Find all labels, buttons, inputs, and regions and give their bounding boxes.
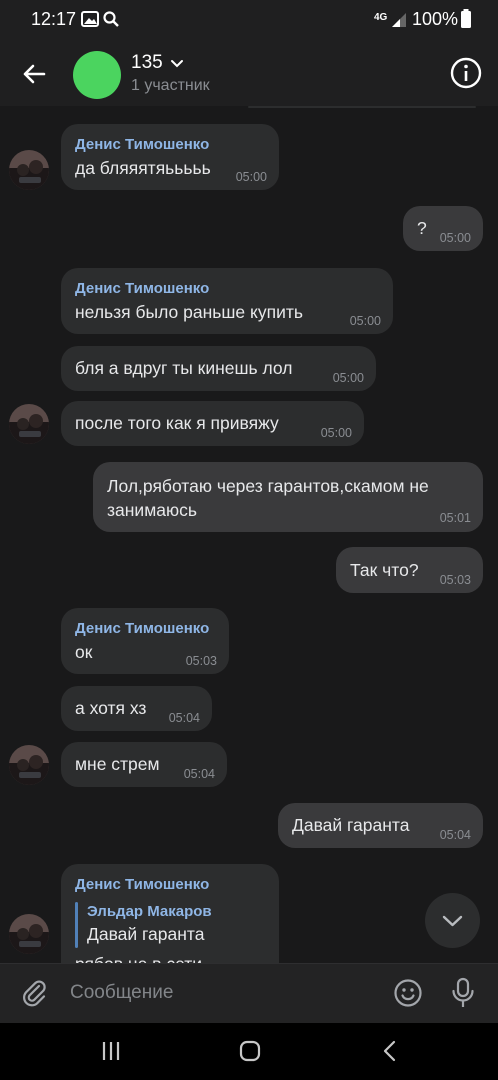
message-time: 05:04 — [168, 711, 200, 725]
chevron-down-icon — [442, 915, 463, 927]
avatar[interactable] — [9, 150, 49, 190]
message-bubble[interactable]: а хотя хз 05:04 — [61, 686, 212, 731]
message-time: 05:04 — [183, 767, 215, 781]
message-time: 05:00 — [235, 170, 267, 184]
user-photo — [9, 150, 49, 190]
sender-name[interactable]: Денис Тимошенко — [75, 280, 209, 297]
message-bubble[interactable]: Денис Тимошенко да бляяятяььььь 05:00 — [61, 124, 279, 190]
message-text: а хотя хз — [75, 698, 147, 718]
message-text: Лол,ряботаю через гарантов,скамом не — [107, 476, 429, 496]
paperclip-icon[interactable] — [20, 978, 50, 1008]
chat-subtitle: 1 участник — [131, 77, 210, 94]
message-text: Давай гаранта — [292, 815, 410, 835]
message-time: 05:03 — [185, 654, 217, 668]
smiley-icon[interactable] — [393, 978, 423, 1008]
info-icon[interactable] — [449, 56, 483, 90]
status-bar: 12:17 4G 100% — [0, 0, 498, 40]
message-time: 05:04 — [439, 828, 471, 842]
message-bubble[interactable]: Давай гаранта 05:04 — [278, 803, 483, 848]
message-text: рябов не в сети — [75, 952, 202, 963]
message-text: ? — [417, 218, 427, 238]
message-text: мне стрем — [75, 754, 160, 774]
avatar[interactable] — [9, 404, 49, 444]
message-input[interactable]: Сообщение — [70, 982, 173, 1004]
message-bubble[interactable]: Лол,ряботаю через гарантов,скамом не зан… — [93, 462, 483, 532]
network-type: 4G — [374, 12, 388, 23]
sender-name[interactable]: Денис Тимошенко — [75, 876, 209, 893]
message-text: бля а вдруг ты кинешь лол — [75, 358, 293, 378]
message-time: 05:00 — [349, 314, 381, 328]
message-time: 05:00 — [439, 231, 471, 245]
chat-avatar[interactable] — [73, 51, 121, 99]
message-text: нельзя было раньше купить — [75, 302, 303, 322]
message-time: 05:03 — [439, 573, 471, 587]
message-bubble[interactable]: Денис Тимошенко Эльдар Макаров Давай гар… — [61, 864, 279, 963]
message-time: 05:01 — [439, 511, 471, 525]
chat-title[interactable]: 135 — [131, 52, 163, 74]
message-text: после того как я привяжу — [75, 413, 279, 433]
back-icon[interactable] — [378, 1039, 402, 1063]
status-time: 12:17 — [31, 9, 77, 29]
sender-name[interactable]: Денис Тимошенко — [75, 620, 209, 637]
message-bubble[interactable]: ? 05:00 — [403, 206, 483, 251]
chat-header: 135 1 участник — [0, 40, 498, 106]
message-time: 05:00 — [332, 371, 364, 385]
avatar[interactable] — [9, 745, 49, 785]
home-icon[interactable] — [238, 1039, 262, 1063]
message-text: занимаюсь — [107, 500, 197, 520]
avatar[interactable] — [9, 914, 49, 954]
battery-icon — [461, 9, 471, 28]
message-bubble[interactable]: после того как я привяжу 05:00 — [61, 401, 364, 446]
microphone-icon[interactable] — [450, 977, 476, 1009]
system-nav-bar — [0, 1023, 498, 1080]
arrow-left-icon[interactable] — [18, 58, 50, 90]
message-bubble[interactable]: мне стрем 05:04 — [61, 742, 227, 787]
message-list[interactable]: Денис Тимошенко да бляяятяььььь 05:00 ? … — [0, 106, 498, 963]
message-bubble[interactable]: бля а вдруг ты кинешь лол 05:00 — [61, 346, 376, 391]
recents-icon[interactable] — [99, 1039, 123, 1063]
signal-icon — [392, 13, 406, 27]
message-text: Так что? — [350, 560, 419, 580]
chevron-down-icon[interactable] — [170, 58, 184, 70]
reply-text: Давай гаранта — [87, 924, 205, 944]
message-bubble[interactable]: Денис Тимошенко ок 05:03 — [61, 608, 229, 674]
message-bubble[interactable]: Так что? 05:03 — [336, 547, 483, 593]
user-photo — [9, 914, 49, 954]
reply-bar — [75, 902, 78, 948]
message-bubble[interactable]: Денис Тимошенко нельзя было раньше купит… — [61, 268, 393, 334]
message-text: да бляяятяььььь — [75, 158, 211, 178]
message-text: ок — [75, 642, 93, 662]
user-photo — [9, 745, 49, 785]
message-composer: Сообщение — [0, 963, 498, 1024]
message-time: 05:00 — [320, 426, 352, 440]
battery-level: 100% — [412, 9, 459, 29]
gallery-icon — [81, 11, 99, 27]
search-status-icon — [103, 11, 119, 27]
sender-name[interactable]: Денис Тимошенко — [75, 136, 209, 153]
user-photo — [9, 404, 49, 444]
reply-author[interactable]: Эльдар Макаров — [87, 903, 212, 920]
scroll-to-bottom-button[interactable] — [425, 893, 480, 948]
previous-message-edge — [248, 106, 476, 108]
